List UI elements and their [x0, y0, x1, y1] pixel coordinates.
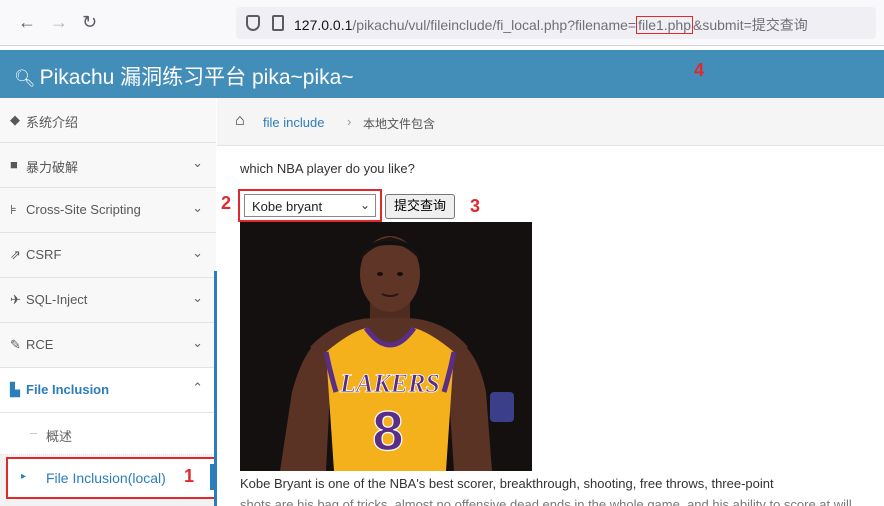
address-bar[interactable]: 127.0.0.1/pikachu/vul/fileinclude/fi_loc…: [236, 7, 876, 39]
sidebar-item-label: CSRF: [26, 247, 62, 262]
jersey-number: 8: [372, 399, 403, 462]
annotation-4: 4: [694, 60, 705, 80]
forward-arrow-icon[interactable]: →: [50, 13, 68, 31]
sidebar-subitem-label: File Inclusion(local): [46, 470, 166, 486]
chevron-down-icon: ⌄: [192, 290, 203, 305]
question-text: which NBA player do you like?: [240, 161, 415, 176]
sidebar-subitem-label: 概述: [46, 429, 73, 444]
shield-icon: [246, 15, 260, 31]
sidebar-item-sqli[interactable]: ✈ SQL-Inject ⌄: [0, 278, 216, 323]
url-suffix: &submit=提交查询: [693, 17, 808, 33]
url-filename-param: file1.php: [636, 16, 694, 34]
player-description: Kobe Bryant is one of the NBA's best sco…: [240, 476, 774, 491]
lock-icon: ■: [10, 157, 18, 172]
breadcrumb-separator-icon: ›: [347, 114, 352, 129]
sidebar-item-label: 暴力破解: [26, 160, 79, 175]
chevron-down-icon: ⌄: [192, 245, 203, 260]
player-photo: LAKERS 8: [240, 222, 532, 471]
site-header: 🔍︎ Pikachu 漏洞练习平台 pika~pika~: [0, 50, 884, 98]
chevron-down-icon: ⌄: [359, 198, 370, 212]
player-select-value: Kobe bryant: [252, 199, 323, 214]
breadcrumb-current: 本地文件包含: [363, 117, 436, 131]
chevron-up-icon: ⌃: [192, 380, 203, 395]
annotation-3: 3: [470, 196, 481, 216]
sidebar-item-file-inclusion[interactable]: ▙ File Inclusion ⌃: [0, 368, 216, 413]
jersey-team: LAKERS: [339, 369, 440, 398]
plane-icon: ✈: [10, 292, 21, 307]
chevron-down-icon: ⌄: [192, 155, 203, 170]
file-icon: ▙: [10, 382, 20, 397]
sidebar-item-csrf[interactable]: ⇗ CSRF ⌄: [0, 233, 216, 278]
annotation-2: 2: [221, 193, 232, 213]
sidebar-item-label: 系统介绍: [26, 115, 79, 130]
sidebar-item-label: SQL-Inject: [26, 292, 88, 307]
annotation-1: 1: [184, 466, 195, 486]
sidebar-item-xss[interactable]: ⊧ Cross-Site Scripting ⌄: [0, 188, 216, 233]
url-text[interactable]: 127.0.0.1/pikachu/vul/fileinclude/fi_loc…: [294, 15, 808, 35]
player-select[interactable]: Kobe bryant ⌄: [244, 194, 376, 217]
sidebar-item-label: RCE: [26, 337, 54, 352]
player-select-highlight: Kobe bryant ⌄: [238, 189, 382, 222]
tree-dash: [30, 433, 37, 434]
sidebar: ◆ 系统介绍 ■ 暴力破解 ⌄ ⊧ Cross-Site Scripting ⌄…: [0, 98, 216, 506]
chevron-down-icon: ⌄: [192, 335, 203, 350]
sidebar-subitem-overview[interactable]: 概述: [0, 413, 216, 455]
active-section-bar: [214, 271, 217, 506]
sitemap-icon: ⊧: [10, 202, 17, 217]
browser-toolbar: ← → ↻ 127.0.0.1/pikachu/vul/fileinclude/…: [0, 0, 884, 46]
url-host: 127.0.0.1: [294, 17, 353, 33]
tag-icon: ◆: [10, 112, 20, 127]
breadcrumb-link[interactable]: file include: [263, 115, 324, 130]
reload-icon[interactable]: ↻: [82, 13, 97, 31]
chevron-down-icon: ⌄: [192, 200, 203, 215]
caret-right-icon: ▸: [21, 471, 27, 482]
sidebar-item-intro[interactable]: ◆ 系统介绍: [0, 98, 216, 143]
brand[interactable]: 🔍︎ Pikachu 漏洞练习平台 pika~pika~: [14, 61, 354, 91]
brand-title: Pikachu 漏洞练习平台 pika~pika~: [39, 66, 354, 89]
share-icon: ⇗: [10, 247, 21, 262]
player-description-continued: shots are his bag of tricks, almost no o…: [240, 497, 852, 506]
sidebar-item-label: Cross-Site Scripting: [26, 202, 141, 217]
submit-button[interactable]: 提交查询: [385, 194, 455, 219]
search-key-icon: 🔍︎: [14, 69, 36, 88]
player-photo-drawing: LAKERS 8: [240, 222, 532, 471]
page-icon: [272, 15, 284, 31]
breadcrumb: ⌂ file include › 本地文件包含: [217, 98, 884, 146]
home-icon[interactable]: ⌂: [235, 112, 245, 130]
back-arrow-icon[interactable]: ←: [18, 13, 36, 31]
url-path: /pikachu/vul/fileinclude/fi_local.php?fi…: [352, 17, 637, 33]
sidebar-item-bruteforce[interactable]: ■ 暴力破解 ⌄: [0, 143, 216, 188]
sidebar-item-rce[interactable]: ✎ RCE ⌄: [0, 323, 216, 368]
sidebar-item-label: File Inclusion: [26, 382, 110, 397]
pencil-icon: ✎: [10, 337, 21, 352]
